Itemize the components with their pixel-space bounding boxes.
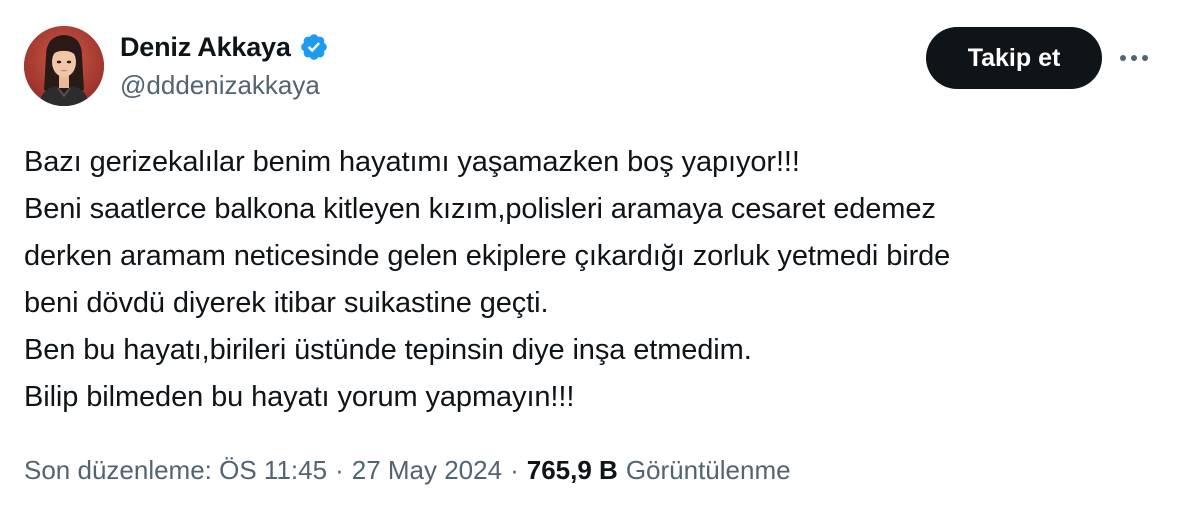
author-handle[interactable]: @dddenizakkaya bbox=[120, 70, 320, 101]
avatar-illustration bbox=[24, 26, 104, 106]
tweet-line: derken aramam neticesinde gelen ekiplere… bbox=[24, 240, 951, 272]
author-display-name[interactable]: Deniz Akkaya bbox=[120, 32, 291, 63]
tweet-line: Ben bu hayatı,birileri üstünde tepinsin … bbox=[24, 334, 752, 366]
verified-badge-icon[interactable] bbox=[299, 32, 329, 62]
tweet-text: Bazı gerizekalılar benim hayatımı yaşama… bbox=[24, 139, 1164, 421]
tweet-line: Bilip bilmeden bu hayatı yorum yapmayın!… bbox=[24, 381, 575, 413]
tweet-date[interactable]: 27 May 2024 bbox=[352, 455, 502, 486]
views-label: Görüntülenme bbox=[625, 455, 791, 485]
tweet-line: beni dövdü diyerek itibar suikastine geç… bbox=[24, 287, 549, 319]
views-count: 765,9 B bbox=[526, 455, 618, 485]
meta-separator: · bbox=[335, 455, 344, 485]
meta-separator: · bbox=[510, 455, 519, 485]
tweet-card: Deniz Akkaya @dddenizakkaya Takip et Baz… bbox=[0, 0, 1182, 520]
follow-button[interactable]: Takip et bbox=[926, 27, 1102, 89]
avatar[interactable] bbox=[24, 26, 104, 106]
author-name-row: Deniz Akkaya bbox=[120, 30, 329, 64]
more-options-button[interactable] bbox=[1112, 40, 1156, 76]
tweet-line: Beni saatlerce balkona kitleyen kızım,po… bbox=[24, 193, 936, 225]
edited-timestamp[interactable]: Son düzenleme: ÖS 11:45 bbox=[24, 455, 327, 486]
tweet-meta: Son düzenleme: ÖS 11:45 · 27 May 2024 · … bbox=[24, 455, 791, 486]
ellipsis-icon bbox=[1120, 55, 1148, 61]
tweet-line: Bazı gerizekalılar benim hayatımı yaşama… bbox=[24, 146, 800, 178]
